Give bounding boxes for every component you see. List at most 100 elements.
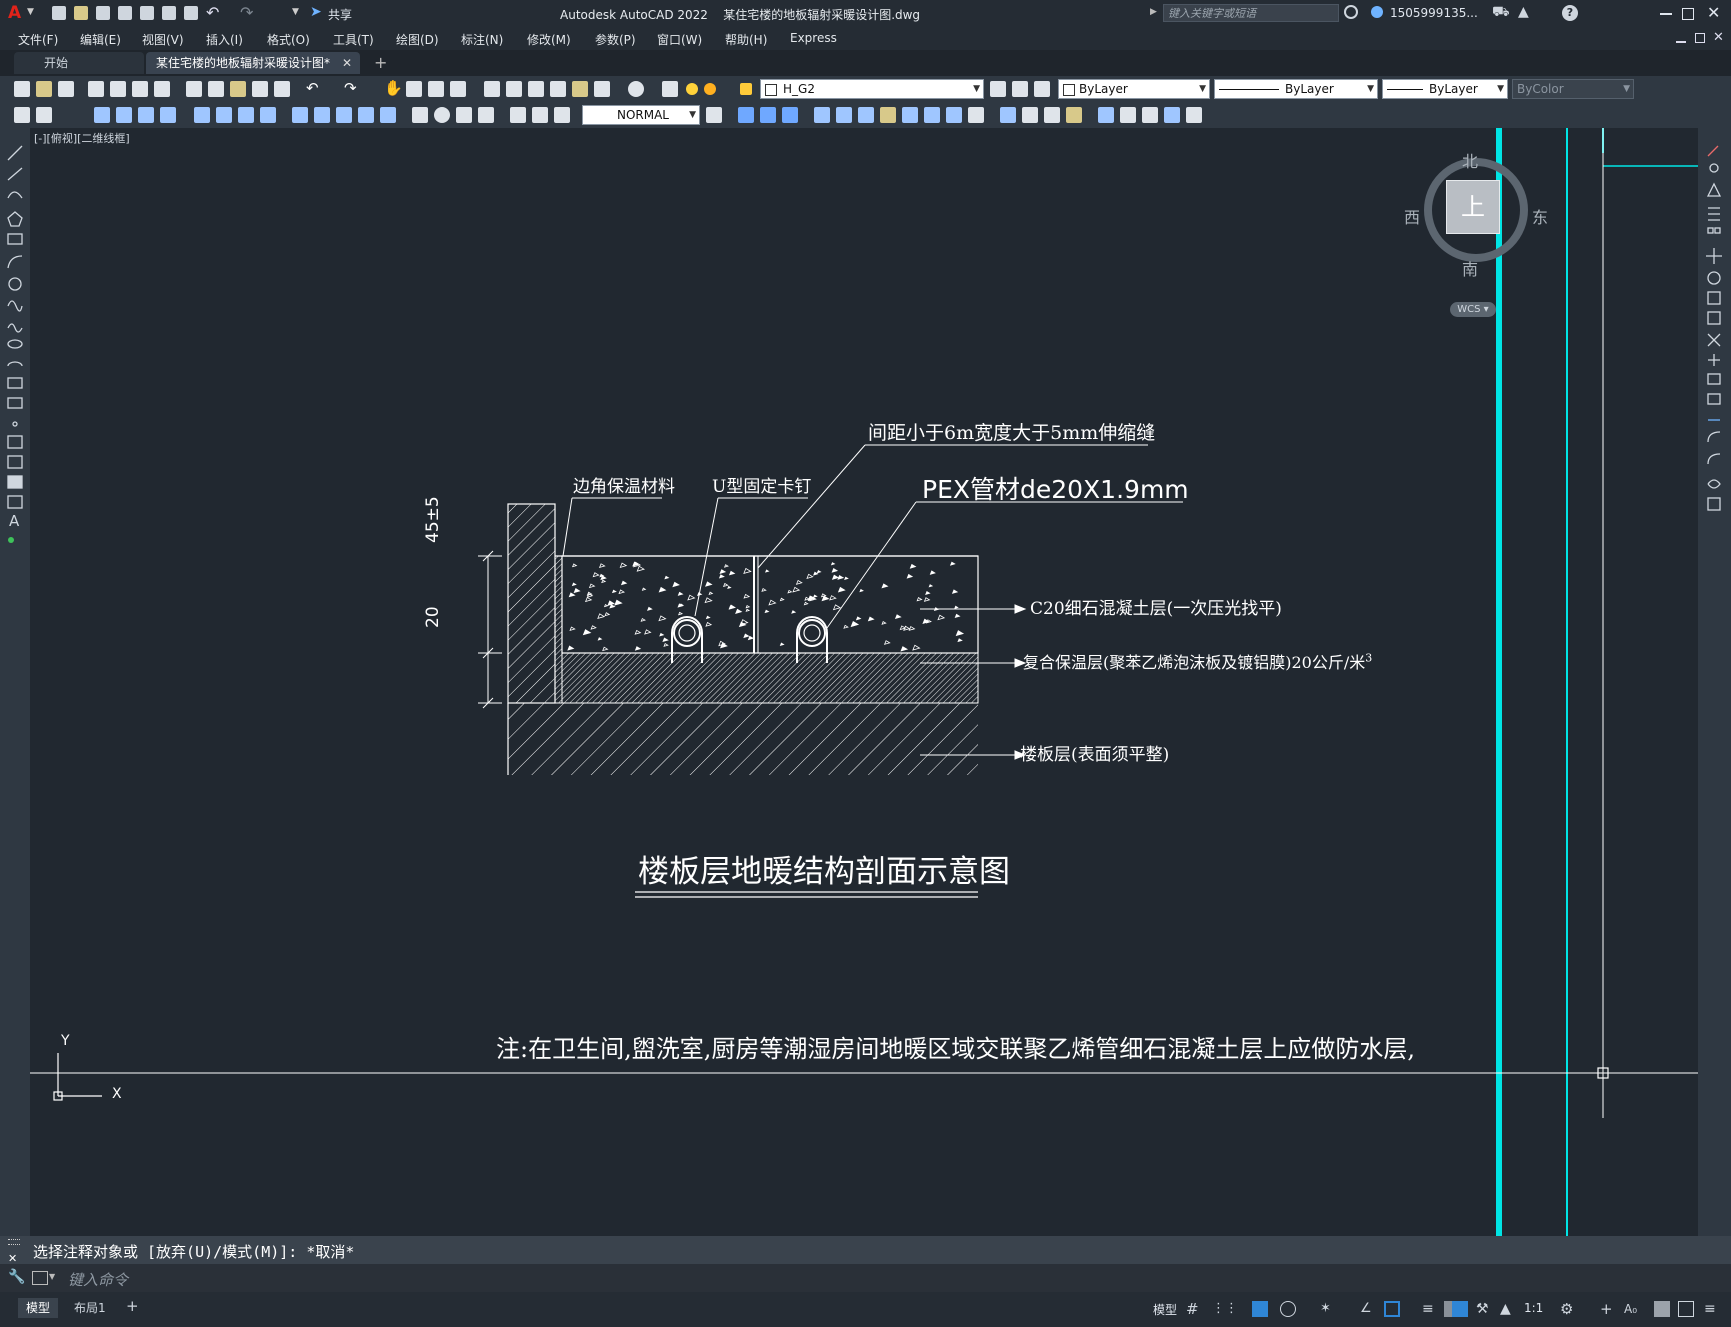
preview-icon[interactable]	[110, 81, 126, 97]
dim-break-icon[interactable]	[380, 107, 396, 123]
app-menu-chevron-icon[interactable]: ▼	[27, 7, 34, 17]
label-insulation-layer[interactable]: 复合保温层(聚苯乙烯泡沫板及镀铝膜)20公斤/米3	[1023, 649, 1372, 673]
solid-1-icon[interactable]	[814, 107, 830, 123]
solid-6-icon[interactable]	[924, 107, 940, 123]
grid-icon[interactable]: #	[1186, 1301, 1202, 1317]
menu-insert[interactable]: 插入(I)	[206, 31, 243, 48]
lineweight-dropdown[interactable]: ByLayer ▼	[1382, 79, 1508, 99]
modify-2-icon[interactable]	[760, 107, 776, 123]
wall-hatch[interactable]	[507, 503, 556, 704]
annotation-scale-icon[interactable]: ▲	[1500, 1301, 1516, 1317]
design-center-icon[interactable]	[506, 81, 522, 97]
block-editor-icon[interactable]	[274, 81, 290, 97]
blend-curves-icon[interactable]	[1707, 479, 1721, 489]
command-grip-icon[interactable]	[8, 1239, 20, 1245]
clean-screen-icon[interactable]	[1678, 1301, 1694, 1317]
user-name[interactable]: 1505999135...	[1390, 6, 1478, 20]
properties-icon[interactable]	[484, 81, 500, 97]
doc-restore-icon[interactable]	[1695, 33, 1705, 43]
sheet-set-icon[interactable]	[550, 81, 566, 97]
baseline-dim-icon[interactable]	[314, 107, 330, 123]
ortho-icon[interactable]	[1252, 1301, 1268, 1317]
tab-model[interactable]: 模型	[18, 1298, 59, 1318]
render-8-icon[interactable]	[1164, 107, 1180, 123]
center-mark-icon[interactable]	[434, 107, 450, 123]
ellipse-icon[interactable]	[7, 339, 23, 349]
tolerance-icon[interactable]	[412, 107, 428, 123]
model-space-button[interactable]: 模型	[1153, 1301, 1177, 1318]
label-floor-slab[interactable]: 楼板层(表面须平整)	[1020, 740, 1169, 765]
polyline-icon[interactable]	[7, 191, 23, 199]
minimize-window-icon[interactable]	[1660, 13, 1672, 15]
layer-previous-icon[interactable]	[1012, 81, 1028, 97]
calculator-icon[interactable]	[594, 81, 610, 97]
offset-icon[interactable]	[1708, 207, 1720, 221]
add-selected-icon[interactable]	[8, 537, 14, 543]
polygon-icon[interactable]	[7, 211, 23, 227]
drawing-canvas[interactable]: [-][俯视][二维线框] Y X 间距小于6m宽度大于5mm伸缩缝 边角保温材…	[30, 128, 1698, 1236]
trim-icon[interactable]	[1707, 333, 1721, 347]
save-web-icon[interactable]	[162, 6, 176, 20]
dim-space-icon[interactable]	[358, 107, 374, 123]
render-3-icon[interactable]	[1044, 107, 1060, 123]
solid-3-icon[interactable]	[858, 107, 874, 123]
user-icon[interactable]	[1371, 6, 1383, 18]
save-icon[interactable]	[96, 6, 110, 20]
fillet-icon[interactable]	[1707, 453, 1721, 465]
floor-slab-hatch[interactable]	[508, 703, 978, 775]
qselect-icon[interactable]	[14, 107, 30, 123]
radius-dim-icon[interactable]	[194, 107, 210, 123]
dim-20[interactable]: 20	[423, 598, 443, 628]
plot-icon[interactable]	[184, 6, 198, 20]
aligned-dim-icon[interactable]	[116, 107, 132, 123]
help-icon-2[interactable]	[628, 81, 644, 97]
jogged-linear-icon[interactable]	[478, 107, 494, 123]
layer-on-icon[interactable]	[686, 83, 698, 95]
circle-icon[interactable]	[8, 277, 22, 291]
command-prompt-chevron-icon[interactable]: ▼	[49, 1272, 55, 1281]
osnap-track-icon[interactable]: ∠	[1360, 1301, 1376, 1317]
save-icon-2[interactable]	[58, 81, 74, 97]
ordinate-dim-icon[interactable]	[160, 107, 176, 123]
annotation-scale-value[interactable]: 1:1	[1524, 1301, 1543, 1315]
viewcube-north[interactable]: 北	[1462, 148, 1478, 172]
menu-format[interactable]: 格式(O)	[267, 31, 310, 48]
autocad-logo-icon[interactable]: A	[8, 4, 24, 22]
solid-7-icon[interactable]	[946, 107, 962, 123]
drawing-note[interactable]: 注:在卫生间,盥洗室,厨房等潮湿房间地暖区域交联聚乙烯管细石混凝土层上应做防水层…	[496, 1029, 1415, 1064]
spline-icon[interactable]	[7, 323, 23, 333]
dim-update-icon[interactable]	[554, 107, 570, 123]
menu-window[interactable]: 窗口(W)	[657, 31, 702, 48]
cart-icon[interactable]: ⛟	[1492, 4, 1510, 22]
menu-tools[interactable]: 工具(T)	[333, 31, 374, 48]
tool-palettes-icon[interactable]	[528, 81, 544, 97]
menu-view[interactable]: 视图(V)	[142, 31, 184, 48]
save-as-icon[interactable]	[118, 6, 132, 20]
polar-icon[interactable]	[1280, 1301, 1296, 1317]
open-web-icon[interactable]	[140, 6, 154, 20]
menu-express[interactable]: Express	[790, 31, 837, 45]
linear-dim-icon[interactable]	[94, 107, 110, 123]
dimension-lines[interactable]	[478, 550, 502, 709]
erase-icon[interactable]	[1707, 145, 1719, 157]
angular-dim-icon[interactable]	[260, 107, 276, 123]
chamfer-icon[interactable]	[1707, 431, 1721, 443]
stretch-icon[interactable]	[1707, 311, 1721, 325]
menu-help[interactable]: 帮助(H)	[725, 31, 767, 48]
render-6-icon[interactable]	[1120, 107, 1136, 123]
undo-icon[interactable]: ↶	[206, 3, 219, 22]
line-tool-icon[interactable]	[7, 145, 23, 161]
customize-qa-chevron-icon[interactable]: ▼	[292, 7, 299, 17]
continue-dim-icon[interactable]	[336, 107, 352, 123]
customize-status-icon[interactable]: ≡	[1704, 1301, 1720, 1317]
corner-insulation[interactable]	[554, 555, 563, 704]
menu-draw[interactable]: 绘图(D)	[396, 31, 439, 48]
plot-icon-2[interactable]	[88, 81, 104, 97]
label-corner-insulation[interactable]: 边角保温材料	[573, 472, 675, 497]
mtext-icon[interactable]: A	[9, 512, 20, 530]
pan-icon[interactable]: ✋	[384, 81, 403, 97]
menu-parametric[interactable]: 参数(P)	[595, 31, 636, 48]
3d-print-icon[interactable]	[154, 81, 170, 97]
annotation-autoscale-icon[interactable]: ⚒	[1476, 1301, 1492, 1317]
layer-states-icon[interactable]	[1034, 81, 1050, 97]
